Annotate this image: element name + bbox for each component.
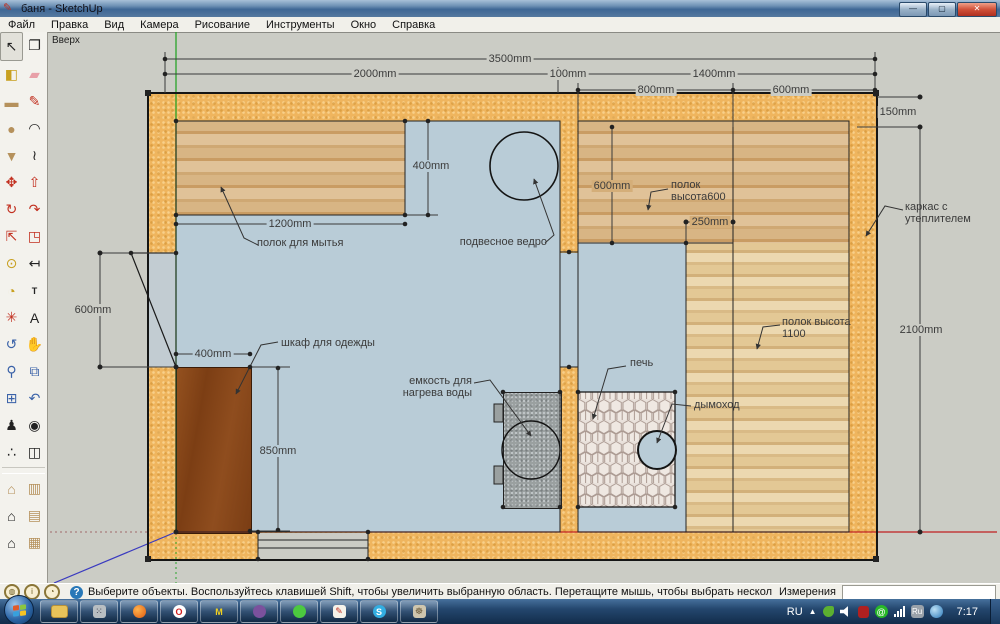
menu-file[interactable]: Файл [0,19,43,31]
claim-credit-icon[interactable]: ◔ [44,584,60,600]
label-washing-shelf: полок для мытья [257,237,343,249]
firefox-icon [133,605,146,618]
dim-door: 600mm [73,304,114,316]
help-icon[interactable]: ? [70,586,83,599]
label-chimney: дымоход [694,399,740,411]
taskbar-skype-button[interactable]: S [360,600,398,623]
icq-icon [293,605,306,618]
label-water-tank: емкость для нагрева воды [384,375,472,399]
opera-icon: O [173,605,186,618]
dim-600-top: 600mm [771,84,812,96]
antivirus-tray-icon[interactable] [858,606,869,618]
title-bar[interactable]: ✎ баня - SketchUp — ▢ ✕ [0,0,1000,17]
taskbar-game-button[interactable]: ☸ [400,600,438,623]
menu-draw[interactable]: Рисование [187,19,258,31]
status-bar: ◍ i ◔ ? Выберите объекты. Воспользуйтесь… [0,583,1000,600]
menu-camera[interactable]: Камера [132,19,186,31]
dim-shelf-length: 1200mm [267,218,314,230]
ru-tray-icon[interactable]: Ru [911,605,924,618]
explorer-icon [51,605,68,618]
leaf-tray-icon[interactable] [823,606,834,617]
windows-logo-icon [13,604,26,616]
dim-step: 250mm [690,216,731,228]
measurements-label: Измерения [779,586,842,598]
dim-wardrobe-height: 850mm [258,445,299,457]
clock[interactable]: 7:17 [949,606,986,618]
dim-depth: 2100mm [898,324,945,336]
dim-right-span: 1400mm [691,68,738,80]
taskbar-firefox-button[interactable] [120,600,158,623]
taskbar-miranda-button[interactable]: M [200,600,238,623]
menu-edit[interactable]: Правка [43,19,96,31]
close-button[interactable]: ✕ [957,2,997,17]
taskbar-viber-button[interactable] [240,600,278,623]
taskbar-explorer-button[interactable] [40,600,78,623]
dim-partition: 100mm [548,68,589,80]
label-bucket: подвесное ведро [447,236,547,248]
mail-agent-icon[interactable]: @ [875,605,888,618]
taskbar-pen-app-button[interactable]: ✎ [320,600,358,623]
label-frame-insulation: каркас с утеплителем [905,201,985,225]
remote-app-icon: ⁙ [93,605,106,618]
tray-expand-icon[interactable]: ▲ [809,607,817,616]
status-message: Выберите объекты. Воспользуйтесь клавише… [88,586,772,598]
label-wardrobe: шкаф для одежды [281,337,375,349]
label-bench-1100: полок высота 1100 [782,316,868,340]
game-icon: ☸ [413,605,426,618]
minimize-button[interactable]: — [899,2,927,17]
skype-icon: S [373,605,386,618]
network-signal-icon[interactable] [894,606,905,617]
dim-wardrobe-width: 400mm [193,348,234,360]
start-button[interactable] [4,595,34,624]
app-icon: ✎ [3,2,17,15]
menu-help[interactable]: Справка [384,19,443,31]
window-title: баня - SketchUp [21,3,103,15]
menu-window[interactable]: Окно [343,19,385,31]
taskbar-opera-button[interactable]: O [160,600,198,623]
system-tray: RU ▲ @ Ru 7:17 [787,605,990,618]
dim-bench-depth: 600mm [592,180,633,192]
viber-icon [253,605,266,618]
miranda-icon: M [213,605,226,618]
menu-tools[interactable]: Инструменты [258,19,343,31]
menu-bar: Файл Правка Вид Камера Рисование Инструм… [0,17,1000,33]
dim-shelf-depth: 400mm [411,160,452,172]
show-desktop-button[interactable] [990,599,1000,624]
taskbar: ⁙ O M ✎ S ☸ RU ▲ @ [0,599,1000,624]
dim-wall-thickness: 150mm [878,106,919,118]
language-indicator[interactable]: RU [787,606,803,618]
plan-linework [0,32,1000,583]
taskbar-icq-button[interactable] [280,600,318,623]
sketchup-window: ✎ баня - SketchUp — ▢ ✕ Файл Правка Вид … [0,0,1000,624]
label-bench-600: полок высота600 [671,179,743,203]
volume-icon[interactable] [840,606,852,618]
blue-app-tray-icon[interactable] [930,605,943,618]
menu-view[interactable]: Вид [96,19,132,31]
label-stove: печь [630,357,653,369]
pen-app-icon: ✎ [333,605,346,618]
dim-overall: 3500mm [487,53,534,65]
measurements-input[interactable] [842,585,996,600]
dim-800: 800mm [636,84,677,96]
taskbar-remote-app-button[interactable]: ⁙ [80,600,118,623]
dim-left-span: 2000mm [352,68,399,80]
maximize-button[interactable]: ▢ [928,2,956,17]
